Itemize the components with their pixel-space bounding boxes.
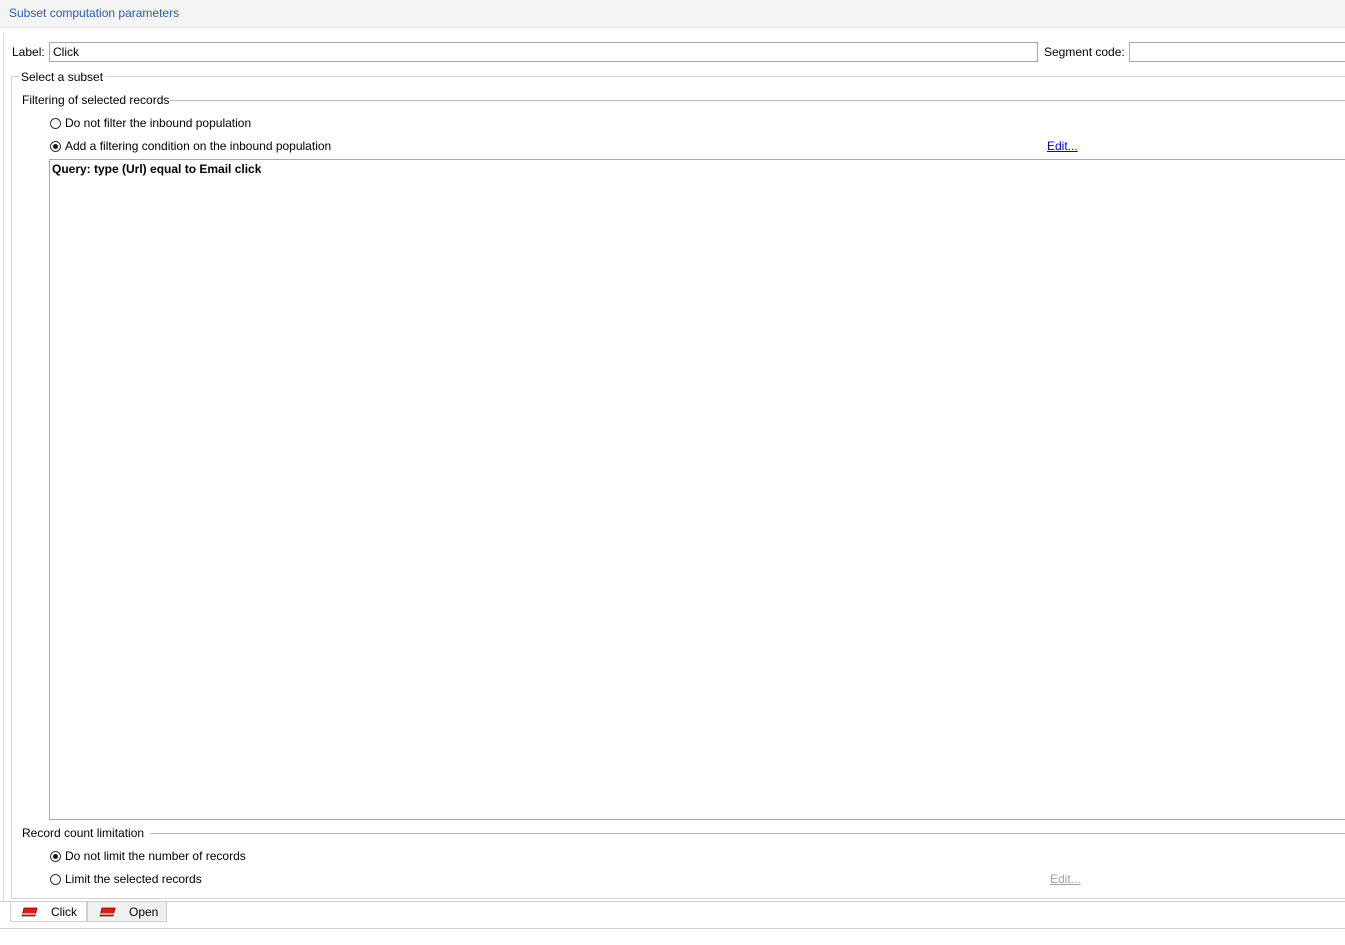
radio-no-filter-circle[interactable] [50,117,61,129]
radio-limit-records[interactable]: Limit the selected records [50,872,202,886]
filtering-section-title: Filtering of selected records [22,93,170,107]
query-display-box: Query: type (Url) equal to Email click [49,159,1345,820]
filter-edit-link[interactable]: Edit... [1047,139,1078,153]
eraser-icon [99,907,116,916]
subset-group-title: Select a subset [19,70,106,84]
radio-add-filter-circle[interactable] [50,140,61,152]
radio-limit-records-circle[interactable] [50,873,61,885]
segment-code-caption: Segment code: [1044,45,1125,59]
segment-code-input[interactable] [1129,42,1345,62]
radio-no-limit-circle[interactable] [50,850,61,862]
panel-title: Subset computation parameters [9,6,180,20]
limit-edit-link: Edit... [1050,872,1081,886]
radio-no-limit[interactable]: Do not limit the number of records [50,849,246,863]
radio-no-filter-label: Do not filter the inbound population [65,116,252,130]
panel-header: Subset computation parameters [0,0,1345,28]
tab-click-label: Click [51,904,77,919]
tab-open[interactable]: Open [87,902,167,922]
tabs-bar: Click Open [0,901,1345,922]
radio-add-filter-label: Add a filtering condition on the inbound… [65,139,332,153]
tab-open-label: Open [129,904,159,919]
bottom-divider [0,928,1345,929]
limitation-divider [150,833,1345,834]
eraser-icon [21,907,38,916]
radio-limit-records-label: Limit the selected records [65,872,202,886]
radio-add-filter[interactable]: Add a filtering condition on the inbound… [50,139,331,153]
tab-click[interactable]: Click [10,902,87,922]
label-input[interactable] [49,42,1038,62]
radio-no-filter[interactable]: Do not filter the inbound population [50,116,251,130]
label-caption: Label: [12,45,45,59]
query-text: Query: type (Url) equal to Email click [52,162,262,176]
filtering-divider [170,100,1345,101]
limitation-section-title: Record count limitation [22,826,145,840]
radio-no-limit-label: Do not limit the number of records [65,849,246,863]
